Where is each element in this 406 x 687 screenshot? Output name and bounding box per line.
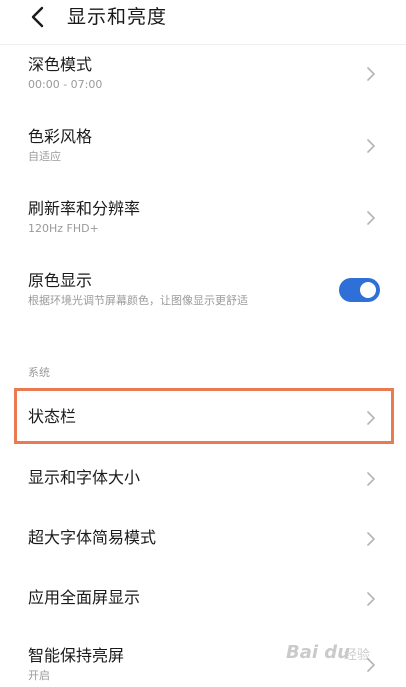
row-subtitle: 根据环境光调节屏幕颜色，让图像显示更舒适	[28, 294, 248, 307]
row-title: 显示和字体大小	[28, 468, 141, 487]
true-color-toggle[interactable]	[339, 278, 380, 302]
chevron-right-icon	[367, 67, 375, 81]
top-bar: 显示和亮度	[0, 0, 406, 45]
row-title: 深色模式	[28, 55, 93, 74]
settings-row-display-font-size[interactable]: 显示和字体大小	[0, 456, 406, 502]
settings-row-color-style[interactable]: 色彩风格 自适应	[0, 122, 406, 172]
watermark-text: 经验	[344, 648, 371, 663]
settings-row-status-bar[interactable]: 状态栏	[0, 394, 406, 440]
row-subtitle: 00:00 - 07:00	[28, 78, 103, 91]
row-title: 刷新率和分辨率	[28, 199, 141, 218]
row-title: 超大字体简易模式	[28, 528, 157, 547]
chevron-right-icon	[367, 592, 375, 606]
row-subtitle: 开启	[28, 669, 50, 682]
chevron-right-icon	[367, 472, 375, 486]
row-title: 状态栏	[28, 407, 77, 426]
section-label-system: 系统	[28, 366, 50, 379]
chevron-right-icon	[367, 532, 375, 546]
settings-row-large-font-mode[interactable]: 超大字体简易模式	[0, 516, 406, 562]
settings-row-dark-mode[interactable]: 深色模式 00:00 - 07:00	[0, 50, 406, 100]
row-title: 智能保持亮屏	[28, 646, 125, 665]
row-subtitle: 120Hz FHD+	[28, 222, 99, 235]
chevron-right-icon	[367, 139, 375, 153]
baidu-watermark: Bai du 经验	[286, 638, 396, 674]
row-title: 应用全面屏显示	[28, 588, 141, 607]
row-title: 色彩风格	[28, 127, 93, 146]
page-title: 显示和亮度	[67, 6, 168, 28]
row-title: 原色显示	[28, 271, 93, 290]
settings-row-app-fullscreen[interactable]: 应用全面屏显示	[0, 576, 406, 622]
toggle-knob	[360, 282, 376, 298]
chevron-left-icon[interactable]	[26, 4, 52, 30]
settings-row-refresh-rate[interactable]: 刷新率和分辨率 120Hz FHD+	[0, 194, 406, 244]
watermark-logo: Bai du	[286, 642, 351, 663]
chevron-right-icon	[367, 411, 375, 425]
row-subtitle: 自适应	[28, 150, 61, 163]
chevron-right-icon	[367, 211, 375, 225]
